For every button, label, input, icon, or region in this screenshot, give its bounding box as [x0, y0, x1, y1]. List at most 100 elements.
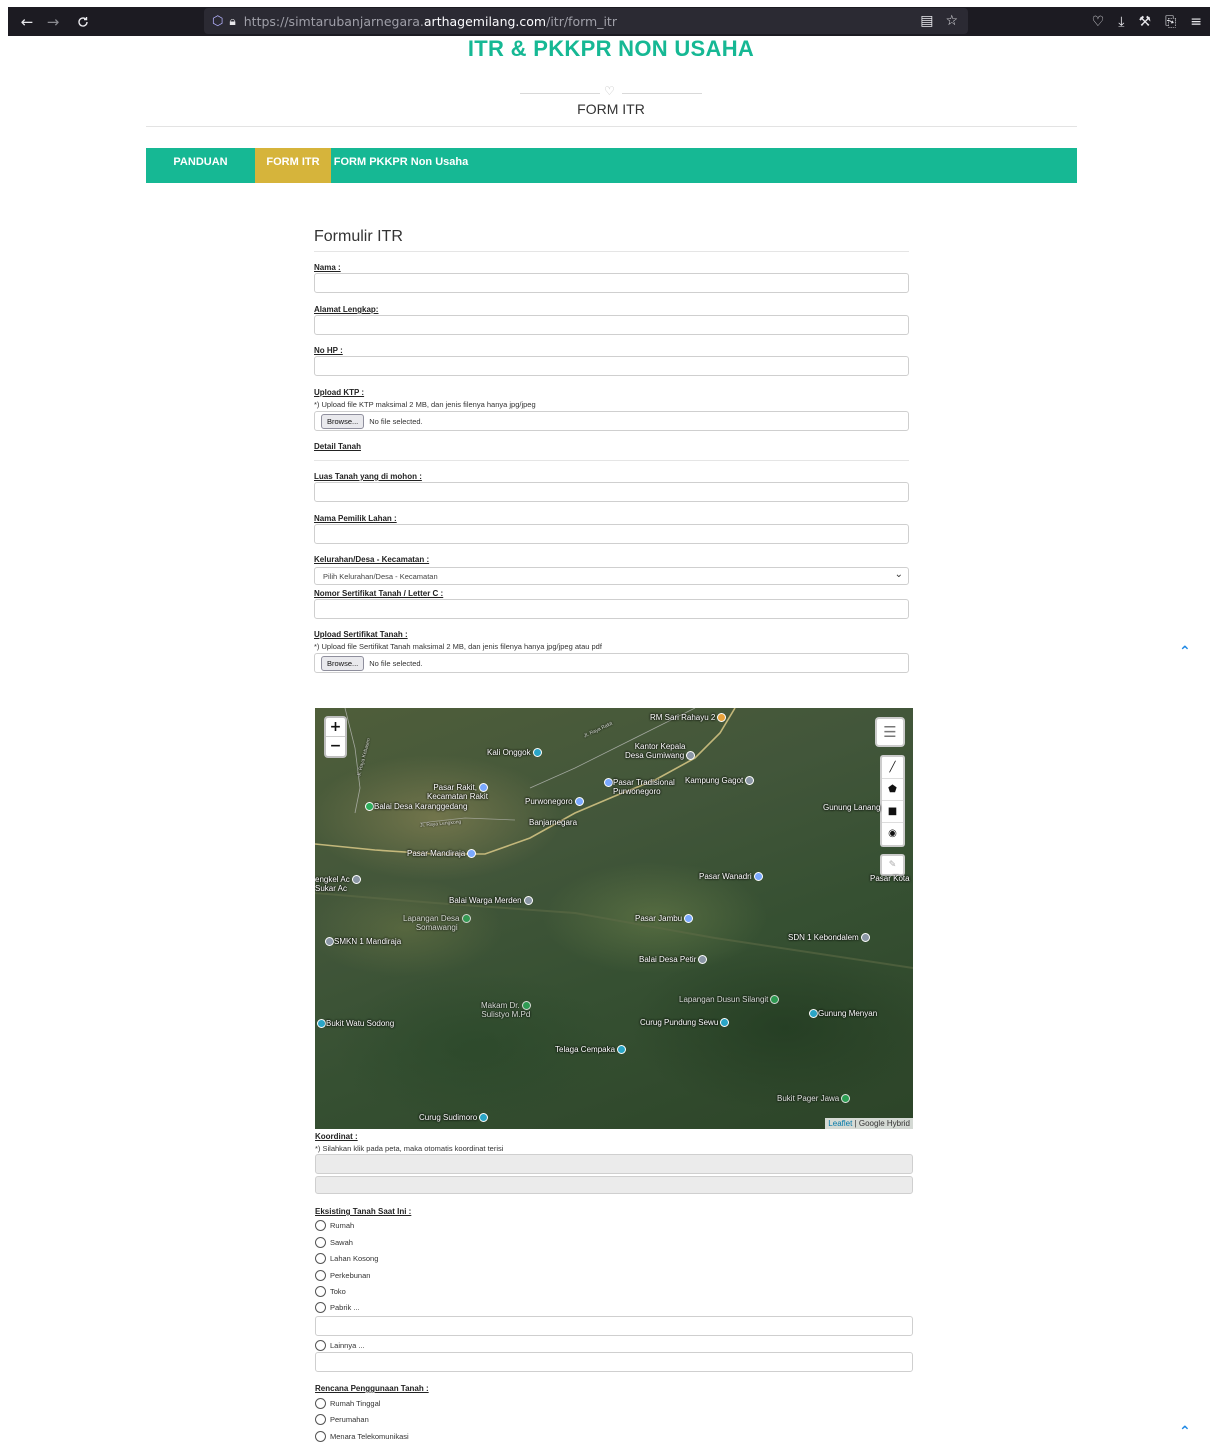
map-label: Pasar Jambu — [635, 914, 694, 924]
eksisting-label: Eksisting Tanah Saat Ini : — [315, 1207, 412, 1216]
map-label: Pasar Kota — [870, 874, 910, 883]
polyline-icon[interactable]: ╱ — [882, 757, 903, 779]
map-label: Balai Warga Merden — [449, 896, 533, 906]
ktp-browse-button[interactable]: Browse... — [321, 413, 365, 429]
polygon-icon[interactable]: ⬟ — [882, 779, 903, 801]
bookmark-star-icon[interactable]: ☆ — [945, 13, 958, 29]
browser-toolbar: ← → ⬡ 🔒︎ https://simtarubanjarnegara. art… — [8, 7, 1210, 36]
layers-icon[interactable]: ☰ — [875, 717, 905, 747]
rencana-option-rumah-tinggal[interactable]: Rumah Tinggal — [315, 1398, 380, 1409]
sertifikat-file-status: No file selected. — [369, 658, 423, 668]
eksisting-option-toko[interactable]: Toko — [315, 1286, 346, 1297]
url-prefix: https://simtarubanjarnegara. — [243, 13, 424, 29]
reader-view-icon[interactable]: ▤ — [920, 13, 933, 29]
forward-icon[interactable]: → — [40, 9, 66, 35]
download-icon[interactable]: ⤓ — [1118, 14, 1124, 30]
pemilik-lahan-input[interactable] — [314, 524, 909, 544]
alamat-input[interactable] — [314, 315, 909, 335]
marker-icon[interactable]: ◉ — [882, 823, 903, 845]
koordinat-label: Koordinat : — [315, 1132, 358, 1141]
url-bar[interactable]: ⬡ 🔒︎ https://simtarubanjarnegara. arthage… — [204, 8, 968, 34]
map-label: SMKN 1 Mandiraja — [323, 937, 401, 947]
form-title: Formulir ITR — [314, 228, 403, 245]
pocket-icon[interactable]: ♡ — [1092, 14, 1105, 30]
kelurahan-select[interactable]: Pilih Kelurahan/Desa - Kecamatan ⌄ — [314, 567, 909, 585]
upload-ktp-help: *) Upload file KTP maksimal 2 MB, dan je… — [314, 400, 536, 409]
rencana-option-menara[interactable]: Menara Telekomunikasi — [315, 1431, 409, 1442]
tab-bar: PANDUAN FORM ITR FORM PKKPR Non Usaha — [146, 148, 1077, 183]
map-zoom-control: + − — [324, 716, 347, 758]
map-label: SDN 1 Kebondalem — [788, 933, 870, 943]
map-label: Lapangan Dusun Silangit — [679, 995, 780, 1005]
pemilik-lahan-label: Nama Pemilik Lahan : — [314, 514, 397, 523]
scroll-top-icon[interactable]: ⌃ — [1179, 644, 1191, 660]
reload-icon[interactable] — [70, 9, 96, 35]
sertifikat-browse-button[interactable]: Browse... — [321, 655, 365, 671]
rencana-label: Rencana Penggunaan Tanah : — [315, 1384, 429, 1393]
rencana-option-perumahan[interactable]: Perumahan — [315, 1414, 369, 1425]
map-label: Banjarnegara — [529, 818, 578, 827]
sertifikat-file-input[interactable]: Browse... No file selected. — [314, 653, 909, 673]
map-label: Gunung Menyan — [807, 1009, 877, 1019]
edit-layers-icon[interactable]: ✎ — [880, 854, 905, 876]
scroll-top-icon[interactable]: ⌃ — [1179, 1424, 1191, 1440]
form-title-divider — [314, 251, 909, 252]
map-label: Makam Dr. Sulistyo M.Pd — [481, 1001, 531, 1020]
rectangle-icon[interactable]: ■ — [882, 801, 903, 823]
title-divider: ♡ — [520, 84, 702, 100]
map-label: Curug Pundung Sewu — [640, 1018, 730, 1028]
location-map[interactable]: + − ☰ ╱ ⬟ ■ ◉ ✎ RM Sari Rahayu 2 Kali On… — [315, 708, 913, 1129]
tab-form-pkkpr[interactable]: FORM PKKPR Non Usaha — [331, 148, 471, 183]
eksisting-option-lainnya[interactable]: Lainnya ... — [315, 1340, 365, 1351]
nama-input[interactable] — [314, 273, 909, 293]
kelurahan-selected-value: Pilih Kelurahan/Desa - Kecamatan — [323, 572, 438, 581]
eksisting-option-rumah[interactable]: Rumah — [315, 1220, 354, 1231]
eksisting-option-sawah[interactable]: Sawah — [315, 1237, 353, 1248]
upload-sertifikat-help: *) Upload file Sertifikat Tanah maksimal… — [314, 642, 602, 651]
nama-label: Nama : — [314, 263, 341, 272]
eksisting-option-perkebunan[interactable]: Perkebunan — [315, 1270, 370, 1281]
lock-icon[interactable]: 🔒︎ — [229, 14, 235, 29]
luas-tanah-label: Luas Tanah yang di mohon : — [314, 472, 422, 481]
no-hp-input[interactable] — [314, 356, 909, 376]
map-label: Pasar Tradisional Purwonegoro — [602, 778, 675, 796]
zoom-out-button[interactable]: − — [326, 737, 345, 756]
latitude-input[interactable] — [315, 1154, 913, 1174]
ktp-file-status: No file selected. — [369, 416, 423, 426]
kelurahan-label: Kelurahan/Desa - Kecamatan : — [314, 555, 430, 564]
map-label: Purwonegoro — [525, 797, 584, 807]
detail-tanah-label: Detail Tanah — [314, 442, 361, 451]
longitude-input[interactable] — [315, 1176, 913, 1194]
pabrik-input[interactable] — [315, 1316, 913, 1336]
map-label: Bukit Pager Jawa — [777, 1094, 851, 1104]
detail-divider — [314, 460, 909, 461]
tab-panduan[interactable]: PANDUAN — [146, 148, 255, 183]
map-label: Lapangan Desa Somawangi — [403, 914, 471, 932]
map-label: Gunung Lanang — [823, 803, 881, 812]
draw-toolbar: ╱ ⬟ ■ ◉ — [880, 755, 905, 847]
eksisting-option-lahan-kosong[interactable]: Lahan Kosong — [315, 1253, 378, 1264]
luas-tanah-input[interactable] — [314, 482, 909, 502]
ktp-file-input[interactable]: Browse... No file selected. — [314, 411, 909, 431]
map-label: Pasar Mandiraja — [407, 849, 477, 859]
map-attribution: Leaflet | Google Hybrid — [825, 1118, 913, 1129]
tracking-shield-icon[interactable]: ⬡ — [212, 14, 223, 29]
map-label: engkel Ac Sukar Ac — [315, 875, 361, 893]
map-label: Balai Desa Karanggedang — [363, 802, 467, 812]
leaflet-link[interactable]: Leaflet — [828, 1119, 852, 1128]
heart-icon: ♡ — [604, 84, 615, 98]
wrench-icon[interactable]: ⚒ — [1139, 14, 1152, 30]
lainnya-input[interactable] — [315, 1352, 913, 1372]
zoom-in-button[interactable]: + — [326, 718, 345, 737]
map-label: Kali Onggok — [487, 748, 542, 758]
url-host: arthagemilang.com — [423, 13, 547, 29]
no-hp-label: No HP : — [314, 346, 343, 355]
map-label: Curug Sudimoro — [419, 1113, 489, 1123]
tab-form-itr[interactable]: FORM ITR — [255, 148, 331, 183]
section-subtitle: FORM ITR — [577, 101, 645, 117]
back-icon[interactable]: ← — [14, 9, 40, 35]
extensions-icon[interactable]: ⎘ — [1165, 14, 1176, 30]
sertifikat-no-input[interactable] — [314, 599, 909, 619]
menu-icon[interactable]: ≡ — [1190, 14, 1202, 30]
eksisting-option-pabrik[interactable]: Pabrik ... — [315, 1302, 360, 1313]
